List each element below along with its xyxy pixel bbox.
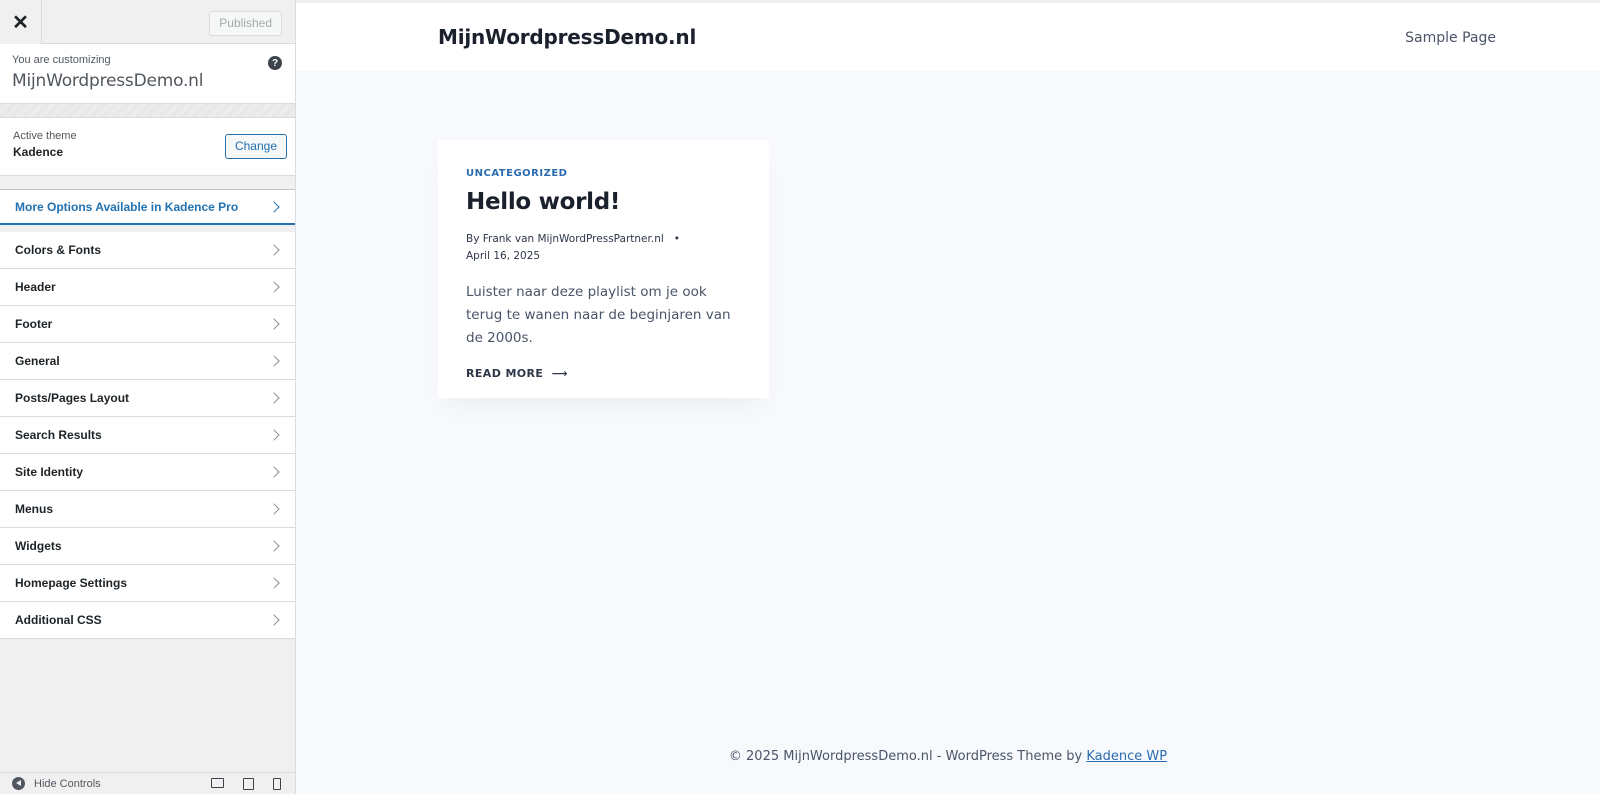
read-more-link[interactable]: READ MORE ⟶ (466, 367, 741, 380)
panel-label: Menus (15, 502, 54, 516)
help-icon[interactable]: ? (268, 56, 282, 70)
panel-site-identity[interactable]: Site Identity (0, 454, 295, 491)
chevron-right-icon (268, 355, 280, 367)
hide-controls-button[interactable]: Hide Controls (34, 778, 101, 790)
panel-footer[interactable]: Footer (0, 306, 295, 343)
panel-homepage-settings[interactable]: Homepage Settings (0, 565, 295, 602)
chevron-right-icon (268, 577, 280, 589)
chevron-right-icon (268, 244, 280, 256)
chevron-right-icon (268, 200, 280, 213)
customizing-site-name: MijnWordpressDemo.nl (12, 71, 204, 91)
panel-widgets[interactable]: Widgets (0, 528, 295, 565)
arrow-right-icon: ⟶ (547, 367, 568, 380)
tablet-icon[interactable] (243, 778, 254, 790)
desktop-icon[interactable] (211, 778, 224, 788)
panel-label: Header (15, 280, 56, 294)
post-card: UNCATEGORIZED Hello world! By Frank van … (438, 140, 769, 398)
panel-colors-fonts[interactable]: Colors & Fonts (0, 232, 295, 269)
post-category[interactable]: UNCATEGORIZED (466, 168, 741, 179)
close-icon: ✕ (12, 11, 29, 34)
read-more-label: READ MORE (466, 367, 544, 380)
panel-additional-css[interactable]: Additional CSS (0, 602, 295, 639)
chevron-right-icon (268, 540, 280, 552)
panel-label: Homepage Settings (15, 576, 128, 590)
site-title[interactable]: MijnWordpressDemo.nl (438, 25, 696, 49)
panel-menus[interactable]: Menus (0, 491, 295, 528)
footer-copyright: © 2025 MijnWordpressDemo.nl - WordPress … (728, 749, 1087, 764)
divider (0, 104, 295, 118)
customizer-header: ✕ Published (0, 0, 295, 44)
customizer-footer: Hide Controls (0, 772, 295, 794)
panel-label: Search Results (15, 428, 102, 442)
active-theme-section: Active theme Kadence Change (0, 118, 295, 176)
panel-label: Posts/Pages Layout (15, 391, 130, 405)
divider (0, 176, 295, 190)
chevron-right-icon (268, 281, 280, 293)
nav-link-sample-page[interactable]: Sample Page (1405, 30, 1496, 46)
post-excerpt: Luister naar deze playlist om je ook ter… (466, 284, 731, 346)
kadence-pro-label: More Options Available in Kadence Pro (15, 199, 239, 214)
chevron-right-icon (268, 614, 280, 626)
post-date: April 16, 2025 (466, 250, 541, 262)
customizing-info: You are customizing MijnWordpressDemo.nl… (0, 44, 295, 104)
chevron-right-icon (268, 429, 280, 441)
panel-general[interactable]: General (0, 343, 295, 380)
device-preview-switcher (211, 778, 281, 790)
panel-header[interactable]: Header (0, 269, 295, 306)
kadence-wp-link[interactable]: Kadence WP (1086, 749, 1167, 764)
chevron-right-icon (268, 503, 280, 515)
customizer-sidebar: ✕ Published You are customizing MijnWord… (0, 0, 296, 794)
panel-label: Widgets (15, 539, 62, 553)
panel-label: Footer (15, 317, 53, 331)
panel-label: General (15, 354, 60, 368)
chevron-right-icon (268, 392, 280, 404)
chevron-right-icon (268, 466, 280, 478)
panel-label: Site Identity (15, 465, 84, 479)
customizer-panels-list: Colors & Fonts Header Footer General Pos… (0, 232, 295, 639)
post-author[interactable]: By Frank van MijnWordPressPartner.nl (466, 233, 664, 245)
post-title[interactable]: Hello world! (466, 189, 741, 215)
collapse-icon[interactable] (12, 777, 25, 790)
panel-label: Colors & Fonts (15, 243, 101, 257)
post-meta: By Frank van MijnWordPressPartner.nl • A… (466, 231, 741, 265)
panel-search-results[interactable]: Search Results (0, 417, 295, 454)
panel-posts-pages-layout[interactable]: Posts/Pages Layout (0, 380, 295, 417)
site-footer: © 2025 MijnWordpressDemo.nl - WordPress … (296, 749, 1600, 764)
panel-label: Additional CSS (15, 613, 102, 627)
customizing-label: You are customizing (12, 54, 111, 66)
change-theme-button[interactable]: Change (224, 134, 287, 159)
mobile-icon[interactable] (273, 778, 281, 790)
publish-button[interactable]: Published (209, 11, 282, 36)
meta-separator: • (667, 233, 680, 245)
chevron-right-icon (268, 318, 280, 330)
site-header: MijnWordpressDemo.nl Sample Page (296, 0, 1600, 71)
divider (0, 225, 295, 232)
close-customizer-button[interactable]: ✕ (0, 0, 42, 44)
kadence-pro-options-item[interactable]: More Options Available in Kadence Pro (0, 189, 295, 225)
site-preview: MijnWordpressDemo.nl Sample Page UNCATEG… (296, 0, 1600, 794)
